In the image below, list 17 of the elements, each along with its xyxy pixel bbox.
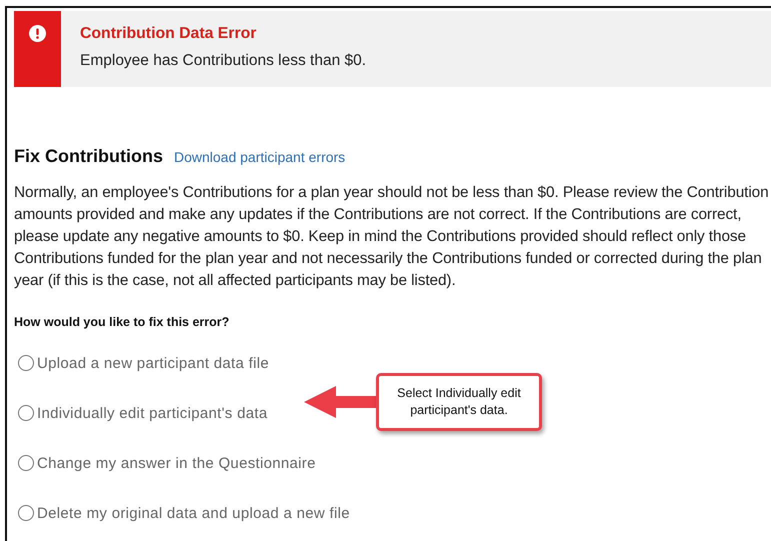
- radio-button[interactable]: [18, 405, 34, 421]
- radio-button[interactable]: [18, 455, 34, 471]
- section-heading: Fix Contributions: [14, 146, 163, 167]
- radio-button[interactable]: [18, 355, 34, 371]
- question-label: How would you like to fix this error?: [14, 315, 230, 329]
- alert-message: Employee has Contributions less than $0.: [80, 52, 366, 70]
- option-label[interactable]: Individually edit participant's data: [37, 404, 268, 422]
- option-label[interactable]: Upload a new participant data file: [37, 354, 270, 372]
- exclamation-icon: [29, 25, 46, 42]
- arrow-icon: [304, 385, 376, 419]
- description-text: Normally, an employee's Contributions for a plan year should not be less than $0. Please review the Contribution amounts provided and make any updates if the Contributions are not correct. If the Contributions are correct, please update any negative amounts to $0. Keep in mind the Contributions provided should reflect only those Contributions funded for the plan year and not necessarily the Contributions funded or corrected during the plan year (if this is the case, not all affected participants may be listed).: [14, 183, 770, 291]
- option-label[interactable]: Change my answer in the Questionnaire: [37, 454, 316, 472]
- download-link[interactable]: Download participant errors: [174, 149, 346, 165]
- radio-button[interactable]: [18, 505, 34, 521]
- option-label[interactable]: Delete my original data and upload a new file: [37, 504, 350, 522]
- alert-title: Contribution Data Error: [80, 25, 258, 43]
- callout-note: Select Individually edit participant's data.: [376, 373, 542, 431]
